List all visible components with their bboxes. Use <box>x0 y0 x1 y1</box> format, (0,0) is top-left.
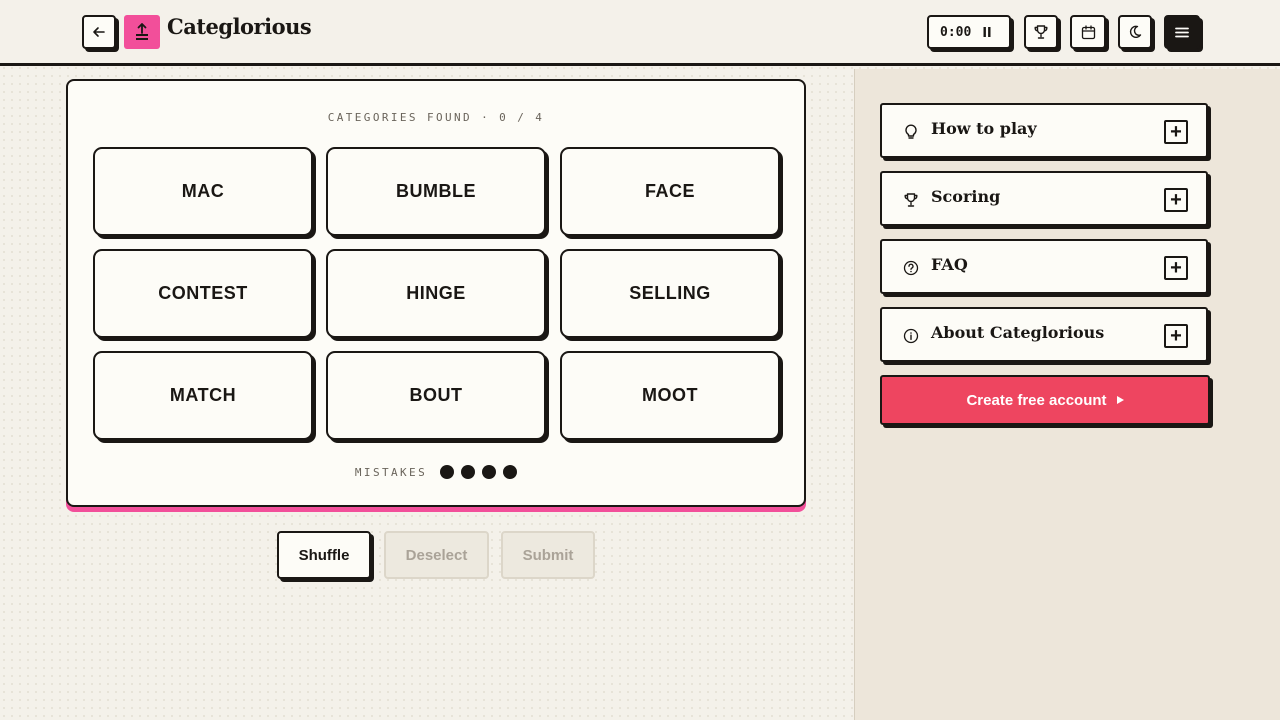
timer-display: 0:00 <box>940 24 972 40</box>
brand-name: Categlorious <box>167 14 312 39</box>
accordion-faq[interactable]: FAQ + <box>880 239 1208 294</box>
moon-icon <box>1129 25 1142 38</box>
logo-icon <box>124 15 160 49</box>
word-tile[interactable]: HINGE <box>326 249 546 338</box>
create-account-button[interactable]: Create free account <box>880 375 1210 425</box>
word-tile[interactable]: BUMBLE <box>326 147 546 236</box>
deselect-button[interactable]: Deselect <box>384 531 489 579</box>
pause-icon <box>983 27 991 37</box>
categories-found-counter: CATEGORIES FOUND · 0 / 4 <box>327 111 545 124</box>
word-tile[interactable]: BOUT <box>326 351 546 440</box>
word-tile[interactable]: MAC <box>93 147 313 236</box>
mistake-dot <box>440 465 455 479</box>
accordion-label: How to play <box>931 119 1037 138</box>
arrow-left-icon <box>93 27 105 37</box>
accordion-about[interactable]: About Categlorious + <box>880 307 1208 362</box>
hamburger-icon <box>1175 27 1189 37</box>
mistake-dot <box>461 465 476 479</box>
mistake-dot <box>503 465 518 479</box>
shuffle-button[interactable]: Shuffle <box>277 531 371 579</box>
word-tile[interactable]: MOOT <box>560 351 780 440</box>
word-tile[interactable]: CONTEST <box>93 249 313 338</box>
dark-mode-toggle[interactable] <box>1118 15 1152 49</box>
trophy-icon <box>1034 25 1048 39</box>
back-button[interactable] <box>82 15 116 49</box>
timer-button[interactable]: 0:00 <box>927 15 1011 49</box>
mistake-dot <box>482 465 497 479</box>
mistakes-label: MISTAKES <box>354 465 428 479</box>
word-tile[interactable]: SELLING <box>560 249 780 338</box>
plus-icon[interactable]: + <box>1164 120 1188 144</box>
trophy-icon <box>902 191 920 209</box>
lightbulb-icon <box>902 123 920 141</box>
accordion-scoring[interactable]: Scoring + <box>880 171 1208 226</box>
menu-button[interactable] <box>1164 15 1200 49</box>
leaderboard-button[interactable] <box>1024 15 1058 49</box>
plus-icon[interactable]: + <box>1164 324 1188 348</box>
mistakes-remaining-dots <box>440 465 518 479</box>
question-circle-icon <box>902 259 920 277</box>
word-tile[interactable]: MATCH <box>93 351 313 440</box>
info-circle-icon <box>902 327 920 345</box>
info-sidebar: How to play + Scoring + FAQ + About Cate… <box>854 69 1280 720</box>
game-board: CATEGORIES FOUND · 0 / 4 MAC BUMBLE FACE… <box>66 79 806 507</box>
create-account-label: Create free account <box>966 391 1107 409</box>
plus-icon[interactable]: + <box>1164 188 1188 212</box>
calendar-icon <box>1081 24 1095 39</box>
word-tile[interactable]: FACE <box>560 147 780 236</box>
accordion-label: Scoring <box>931 187 1001 206</box>
submit-button[interactable]: Submit <box>501 531 595 579</box>
mistakes-indicator: MISTAKES <box>68 465 804 479</box>
archive-calendar-button[interactable] <box>1070 15 1106 49</box>
accordion-label: FAQ <box>931 255 968 274</box>
top-bar: Categlorious 0:00 <box>0 0 1280 66</box>
play-arrow-icon <box>1116 396 1124 404</box>
accordion-label: About Categlorious <box>931 323 1105 342</box>
plus-icon[interactable]: + <box>1164 256 1188 280</box>
accordion-how-to-play[interactable]: How to play + <box>880 103 1208 158</box>
